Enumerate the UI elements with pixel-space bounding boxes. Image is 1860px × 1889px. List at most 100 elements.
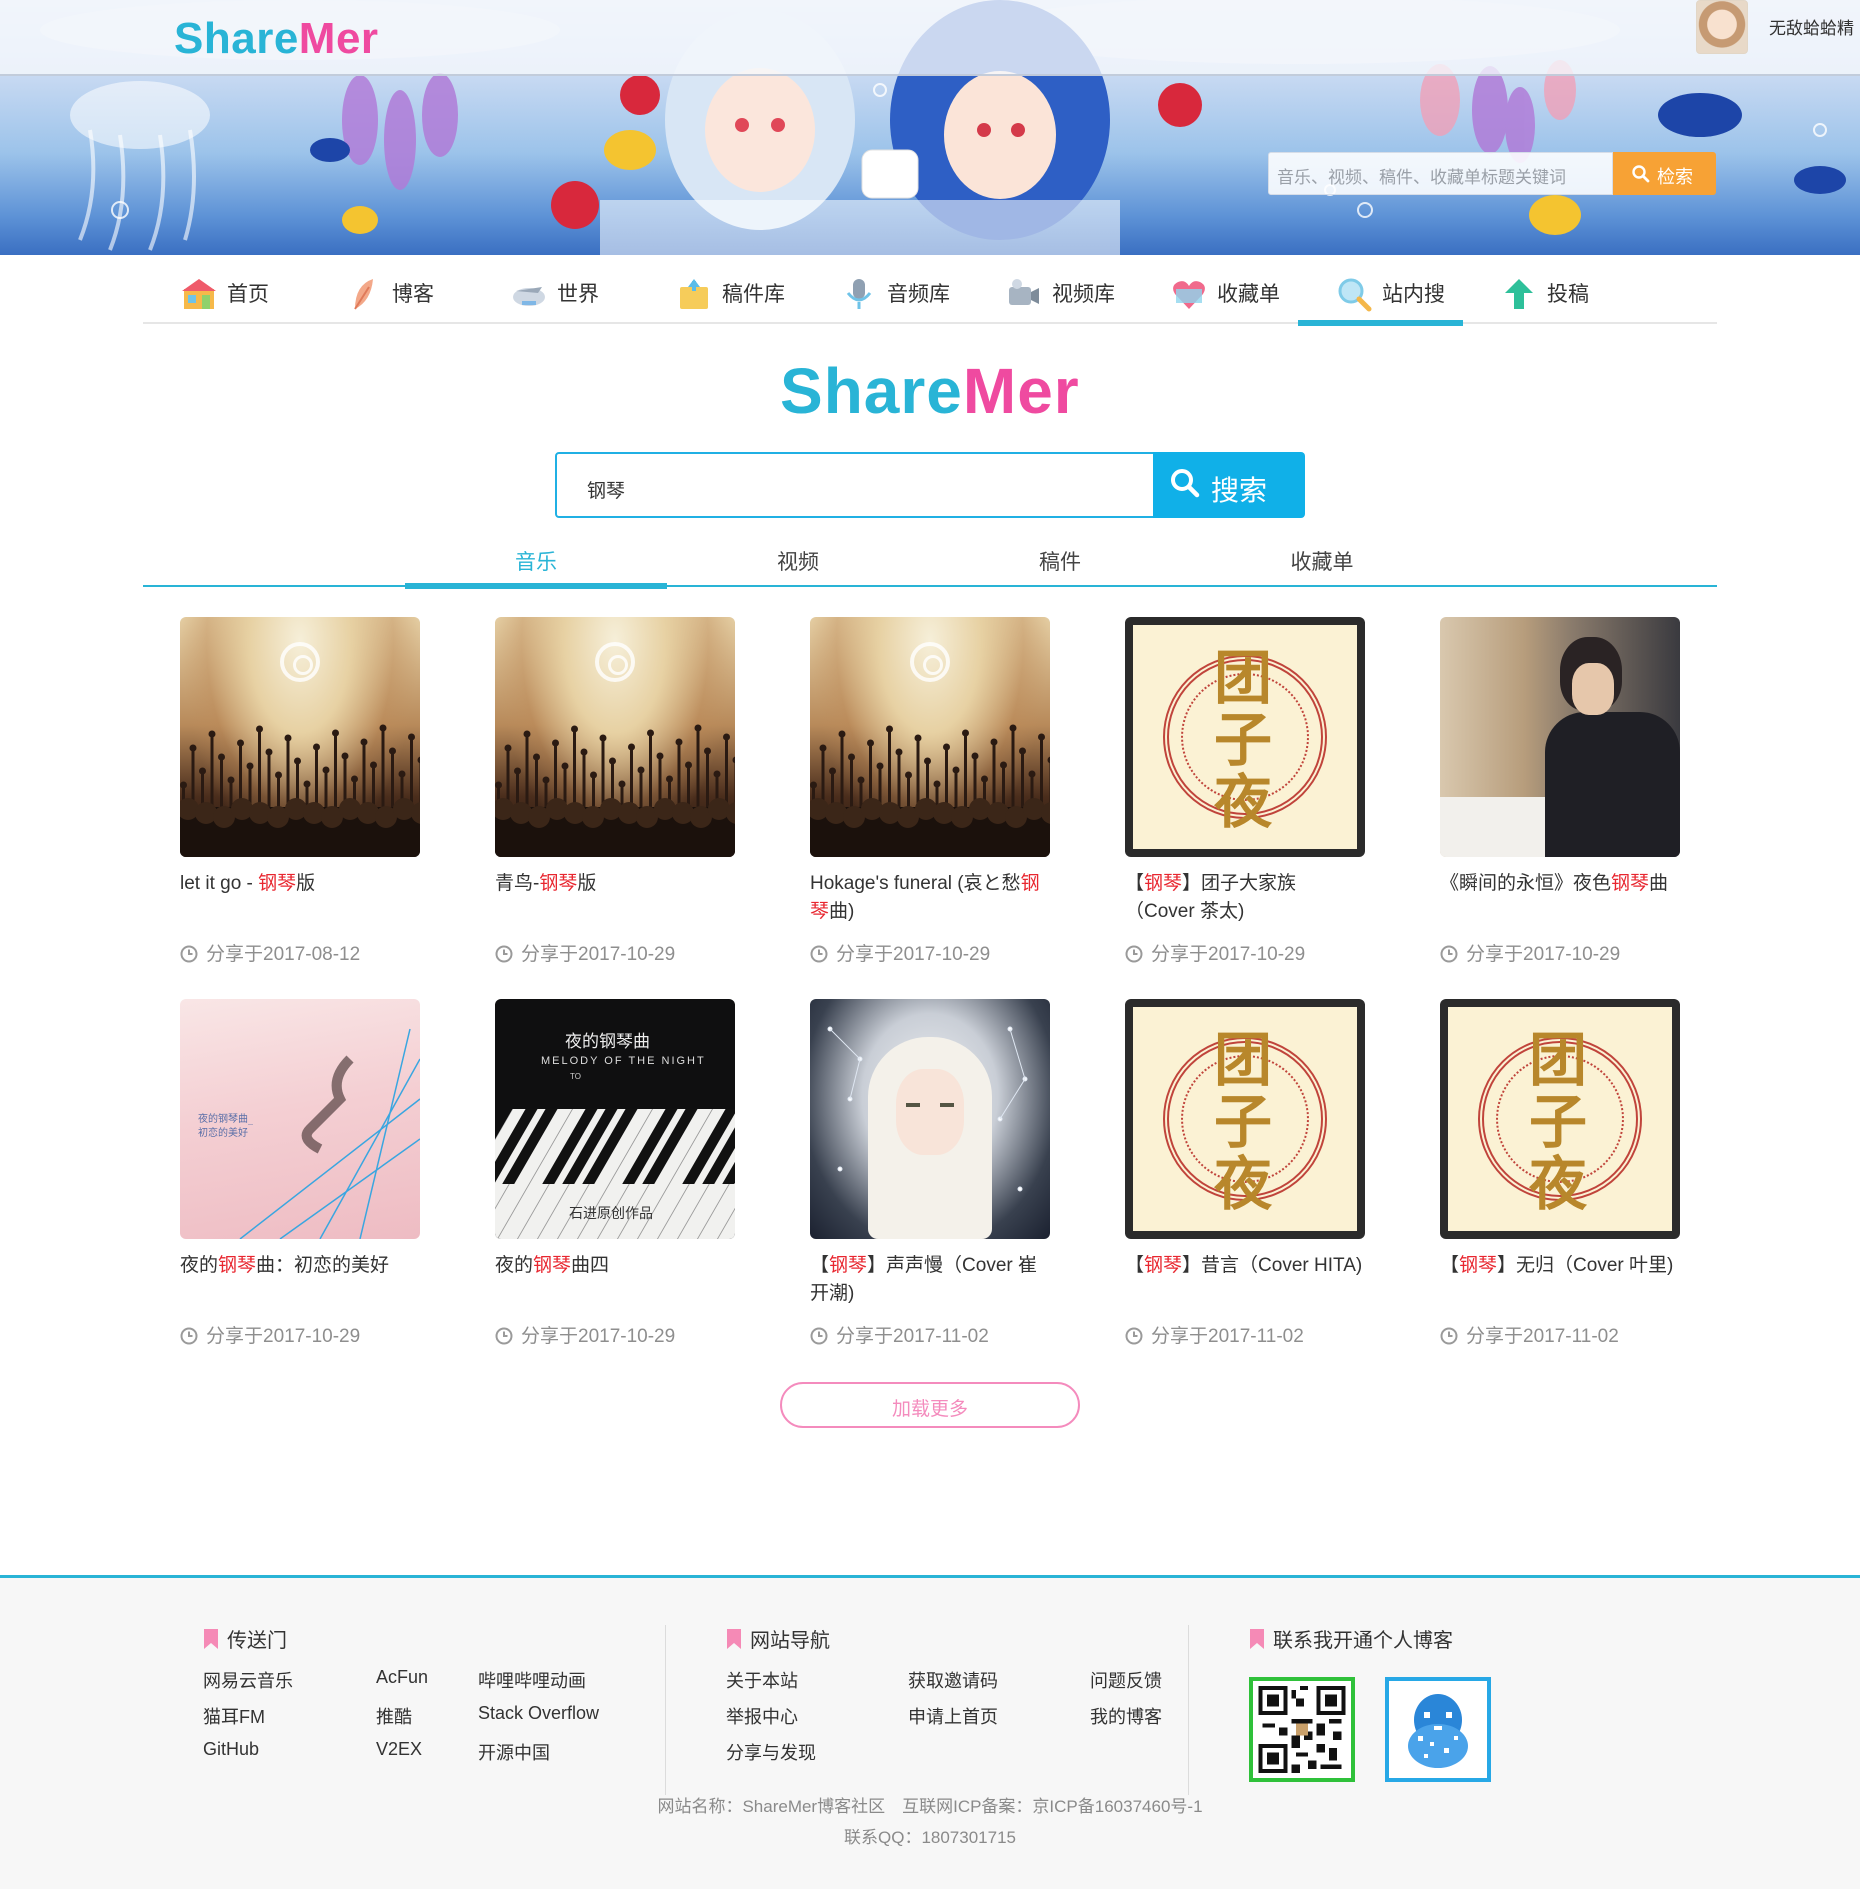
qr-code-icon <box>1258 1686 1346 1773</box>
footer-link[interactable]: 申请上首页 <box>908 1703 998 1729</box>
footer-link[interactable]: 我的博客 <box>1090 1703 1162 1729</box>
qq-qr-code <box>1385 1677 1491 1782</box>
nav-item-manuscripts[interactable]: 稿件库 <box>638 255 803 324</box>
nav-item-world[interactable]: 世界 <box>473 255 638 324</box>
result-title[interactable]: 夜的钢琴曲：初恋的美好 <box>180 1252 420 1280</box>
clock-icon <box>1125 1327 1143 1345</box>
result-title[interactable]: Hokage's funeral (哀と愁钢琴曲) <box>810 870 1050 926</box>
title-text: 】昔言（Cover HITA) <box>1182 1255 1363 1276</box>
cover-calligraphy: 团 子 夜 <box>1528 1026 1587 1218</box>
footer-link[interactable]: 开源中国 <box>478 1739 550 1765</box>
cover-to: TO <box>570 1072 581 1081</box>
clock-icon <box>180 945 198 963</box>
footer-link[interactable]: 分享与发现 <box>726 1739 816 1765</box>
result-card[interactable]: 【钢琴】声声慢（Cover 崔开潮) 分享于2017-11-02 <box>810 999 1050 1359</box>
share-date: 分享于2017-10-29 <box>495 1321 675 1348</box>
album-cover[interactable]: 团 子 夜 <box>1125 617 1365 857</box>
nav-item-home[interactable]: 首页 <box>143 255 308 324</box>
music-logo-icon <box>595 642 635 682</box>
footer-link[interactable]: 举报中心 <box>726 1703 798 1729</box>
nav-item-submit[interactable]: 投稿 <box>1463 255 1628 324</box>
title-text: 夜的 <box>180 1255 219 1276</box>
album-cover[interactable]: 团 子 夜 <box>1125 999 1365 1239</box>
footer-link[interactable]: 哔哩哔哩动画 <box>478 1667 586 1693</box>
header-search-input[interactable]: 音乐、视频、稿件、收藏单标题关键词 <box>1268 152 1613 195</box>
result-card[interactable]: 夜的钢琴曲 MELODY OF THE NIGHT TO 石进原创作品夜的钢琴曲四 分享… <box>495 999 735 1359</box>
result-title[interactable]: 【钢琴】团子大家族（Cover 茶太) <box>1125 870 1365 926</box>
result-title[interactable]: 【钢琴】声声慢（Cover 崔开潮) <box>810 1252 1050 1308</box>
nav-item-blog[interactable]: 博客 <box>308 255 473 324</box>
title-text: 版 <box>296 873 316 894</box>
qq-penguin-icon <box>1394 1686 1482 1773</box>
footer-link[interactable]: 获取邀请码 <box>908 1667 998 1693</box>
result-card[interactable]: let it go - 钢琴版 分享于2017-08-12 <box>180 617 420 977</box>
album-cover[interactable]: 团 子 夜 <box>1440 999 1680 1239</box>
load-more-button[interactable]: 加载更多 <box>780 1382 1080 1428</box>
result-title[interactable]: 【钢琴】昔言（Cover HITA) <box>1125 1252 1365 1280</box>
footer-link[interactable]: 猫耳FM <box>203 1703 265 1729</box>
share-date: 分享于2017-11-02 <box>810 1321 989 1348</box>
title-text: 】无归（Cover 叶里) <box>1497 1255 1674 1276</box>
result-card[interactable]: 团 子 夜【钢琴】无归（Cover 叶里) 分享于2017-11-02 <box>1440 999 1680 1359</box>
result-card[interactable]: 夜的钢琴曲_ 初恋的美好夜的钢琴曲：初恋的美好 分享于2017-10-29 <box>180 999 420 1359</box>
search-input[interactable]: 钢琴 <box>555 452 1155 518</box>
microphone-icon <box>846 279 872 309</box>
site-logo[interactable]: ShareMer <box>174 14 379 64</box>
wechat-qr-code <box>1249 1677 1355 1782</box>
title-text: 【 <box>1125 873 1145 894</box>
nav-item-audio[interactable]: 音频库 <box>803 255 968 324</box>
album-cover[interactable]: 夜的钢琴曲 MELODY OF THE NIGHT TO 石进原创作品 <box>495 999 735 1239</box>
header-search-button[interactable]: 检索 <box>1613 152 1716 195</box>
keyword-highlight: 钢琴 <box>1144 873 1183 894</box>
keyword-highlight: 钢琴 <box>533 1255 572 1276</box>
tab-music[interactable]: 音乐 <box>405 540 667 589</box>
search-button[interactable]: 搜索 <box>1153 452 1305 518</box>
album-cover[interactable] <box>180 617 420 857</box>
result-title[interactable]: 【钢琴】无归（Cover 叶里) <box>1440 1252 1680 1280</box>
keyword-highlight: 钢琴 <box>258 873 297 894</box>
result-card[interactable]: 青鸟-钢琴版 分享于2017-10-29 <box>495 617 735 977</box>
tab-manuscript[interactable]: 稿件 <box>929 540 1191 587</box>
footer-link[interactable]: 关于本站 <box>726 1667 798 1693</box>
footer-link[interactable]: V2EX <box>376 1739 422 1760</box>
result-card[interactable]: 团 子 夜【钢琴】昔言（Cover HITA) 分享于2017-11-02 <box>1125 999 1365 1359</box>
tab-favorites[interactable]: 收藏单 <box>1191 540 1453 587</box>
username[interactable]: 无敌蛤蛤精 <box>1769 14 1854 39</box>
share-date: 分享于2017-10-29 <box>810 939 990 966</box>
title-text: 曲) <box>829 901 855 922</box>
footer-link[interactable]: 问题反馈 <box>1090 1667 1162 1693</box>
footer-link[interactable]: AcFun <box>376 1667 428 1688</box>
folder-icon <box>680 279 708 309</box>
footer-link[interactable]: Stack Overflow <box>478 1703 599 1724</box>
result-title[interactable]: 夜的钢琴曲四 <box>495 1252 735 1280</box>
nav-item-site-search[interactable]: 站内搜 <box>1298 255 1463 326</box>
footer-contact-qq: 联系QQ：1807301715 <box>844 1828 1016 1847</box>
nav-item-favorites[interactable]: 收藏单 <box>1133 255 1298 324</box>
result-title[interactable]: 青鸟-钢琴版 <box>495 870 735 898</box>
album-cover[interactable] <box>810 617 1050 857</box>
keyword-highlight: 钢琴 <box>1144 1255 1183 1276</box>
user-menu[interactable]: 无敌蛤蛤精 <box>1696 0 1860 56</box>
share-date: 分享于2017-11-02 <box>1125 1321 1304 1348</box>
cover-title: 夜的钢琴曲 <box>565 1032 650 1052</box>
result-card[interactable]: 团 子 夜【钢琴】团子大家族（Cover 茶太) 分享于2017-10-29 <box>1125 617 1365 977</box>
globe-icon <box>513 287 545 306</box>
keyword-highlight: 钢琴 <box>218 1255 257 1276</box>
album-cover[interactable] <box>1440 617 1680 857</box>
footer-link[interactable]: 网易云音乐 <box>203 1667 293 1693</box>
tab-video[interactable]: 视频 <box>667 540 929 587</box>
nav-item-video[interactable]: 视频库 <box>968 255 1133 324</box>
footer-link[interactable]: 推酷 <box>376 1703 412 1729</box>
album-cover[interactable]: 夜的钢琴曲_ 初恋的美好 <box>180 999 420 1239</box>
share-date: 分享于2017-10-29 <box>180 1321 360 1348</box>
cover-calligraphy: 团 子 夜 <box>1213 1026 1272 1218</box>
result-title[interactable]: let it go - 钢琴版 <box>180 870 420 898</box>
avatar[interactable] <box>1696 0 1748 54</box>
upload-icon <box>1505 279 1533 309</box>
album-cover[interactable] <box>495 617 735 857</box>
result-card[interactable]: Hokage's funeral (哀と愁钢琴曲) 分享于2017-10-29 <box>810 617 1050 977</box>
footer-link[interactable]: GitHub <box>203 1739 259 1760</box>
album-cover[interactable] <box>810 999 1050 1239</box>
result-card[interactable]: 《瞬间的永恒》夜色钢琴曲 分享于2017-10-29 <box>1440 617 1680 977</box>
result-title[interactable]: 《瞬间的永恒》夜色钢琴曲 <box>1440 870 1680 898</box>
